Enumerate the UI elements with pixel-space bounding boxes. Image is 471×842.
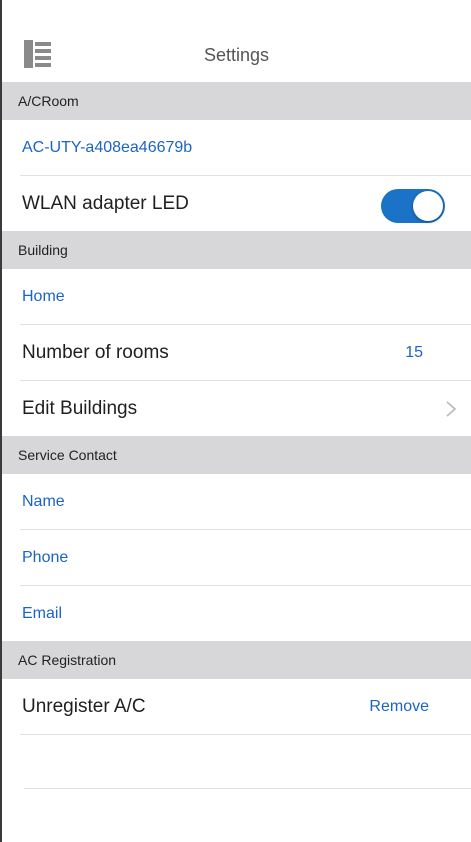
empty-row-divider <box>24 788 471 789</box>
contact-phone-field[interactable]: Phone <box>22 547 68 569</box>
number-of-rooms-label: Number of rooms <box>22 342 169 363</box>
section-label: Building <box>18 242 68 258</box>
settings-screen: Settings A/CRoom AC-UTY-a408ea46679b WLA… <box>0 0 471 842</box>
section-label: A/CRoom <box>18 93 79 109</box>
navigation-bar: Settings <box>2 0 471 83</box>
section-header-ac-room: A/CRoom <box>2 82 471 120</box>
ac-device-id[interactable]: AC-UTY-a408ea46679b <box>22 137 192 159</box>
wlan-led-label: WLAN adapter LED <box>22 193 189 214</box>
number-of-rooms-value[interactable]: 15 <box>405 342 423 364</box>
wlan-led-toggle[interactable] <box>381 189 445 223</box>
contact-email-field[interactable]: Email <box>22 603 62 625</box>
contact-phone-row[interactable]: Phone <box>2 530 471 586</box>
ac-device-row[interactable]: AC-UTY-a408ea46679b <box>2 120 471 176</box>
section-label: Service Contact <box>18 447 117 463</box>
page-title: Settings <box>203 45 270 65</box>
unregister-label: Unregister A/C <box>22 696 146 717</box>
contact-email-row[interactable]: Email <box>2 586 471 642</box>
building-name-row[interactable]: Home <box>2 269 471 325</box>
section-label: AC Registration <box>18 652 117 668</box>
section-header-ac-registration: AC Registration <box>2 641 471 679</box>
section-header-service-contact: Service Contact <box>2 436 471 474</box>
toggle-knob <box>413 191 443 221</box>
unregister-row: Unregister A/C Remove <box>2 679 471 735</box>
contact-name-row[interactable]: Name <box>2 474 471 530</box>
remove-button[interactable]: Remove <box>369 696 429 718</box>
building-name[interactable]: Home <box>22 286 65 308</box>
edit-buildings-label: Edit Buildings <box>22 398 138 419</box>
row-divider <box>20 734 471 735</box>
chevron-right-icon <box>446 401 457 417</box>
section-header-building: Building <box>2 231 471 269</box>
contact-name-field[interactable]: Name <box>22 491 65 513</box>
edit-buildings-row[interactable]: Edit Buildings <box>2 381 471 437</box>
number-of-rooms-row[interactable]: Number of rooms 15 <box>2 325 471 381</box>
wlan-led-row: WLAN adapter LED <box>2 176 471 232</box>
